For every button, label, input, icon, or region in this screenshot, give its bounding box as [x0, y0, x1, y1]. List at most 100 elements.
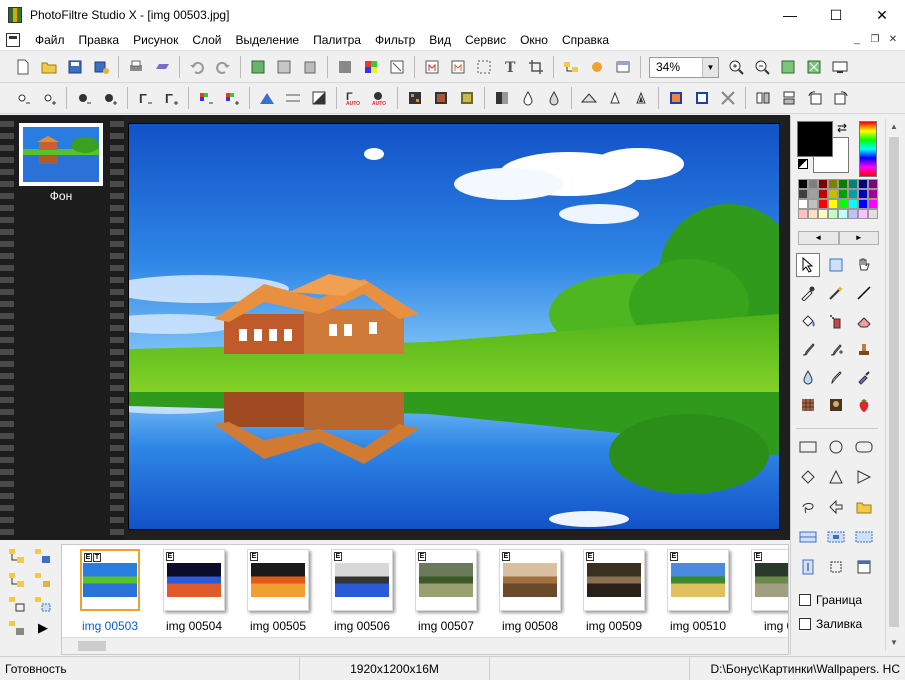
- hue-spectrum[interactable]: [859, 121, 877, 177]
- palette-swatch[interactable]: [868, 199, 878, 209]
- reset-colors-icon[interactable]: [798, 159, 808, 169]
- thumbnail-item[interactable]: Eimg 00509: [572, 549, 656, 633]
- undo-icon[interactable]: [186, 56, 208, 78]
- folder-select-icon[interactable]: [32, 594, 54, 614]
- palette-swatch[interactable]: [838, 199, 848, 209]
- folder-new-icon[interactable]: [6, 594, 28, 614]
- blur-icon[interactable]: [517, 87, 539, 109]
- palette-swatch[interactable]: [808, 189, 818, 199]
- menu-filter[interactable]: Фильтр: [368, 30, 422, 51]
- palette-swatch[interactable]: [818, 189, 828, 199]
- eraser-tool-icon[interactable]: [852, 309, 876, 333]
- lasso-shape-icon[interactable]: [796, 495, 820, 519]
- scroll-thumb[interactable]: [889, 137, 899, 627]
- fill-checkbox[interactable]: [799, 618, 811, 630]
- maximize-button[interactable]: ☐: [813, 0, 859, 30]
- folder-tree-icon[interactable]: [6, 546, 28, 566]
- pattern-tool-icon[interactable]: [796, 393, 820, 417]
- gamma-down-icon[interactable]: Γ: [134, 87, 156, 109]
- saturation-down-icon[interactable]: [195, 87, 217, 109]
- menu-selection[interactable]: Выделение: [229, 30, 307, 51]
- palette-swatch[interactable]: [798, 199, 808, 209]
- swap-colors-icon[interactable]: ⇄: [837, 121, 847, 135]
- transparency-icon[interactable]: [386, 56, 408, 78]
- copy-image-icon[interactable]: [273, 56, 295, 78]
- triangle-right-shape-icon[interactable]: [852, 465, 876, 489]
- grayscale-icon[interactable]: [334, 56, 356, 78]
- folder-up-icon[interactable]: [6, 570, 28, 590]
- mdi-restore-button[interactable]: ❐: [867, 32, 883, 48]
- levels-icon[interactable]: [256, 87, 278, 109]
- palette-swatch[interactable]: [848, 179, 858, 189]
- palette-next-button[interactable]: ►: [838, 231, 879, 245]
- color-mode-icon[interactable]: [360, 56, 382, 78]
- brightness-up-icon[interactable]: [38, 87, 60, 109]
- invert-icon[interactable]: [308, 87, 330, 109]
- foreground-color-swatch[interactable]: [797, 121, 833, 157]
- fill-option[interactable]: Заливка: [799, 617, 862, 631]
- thumbnail-frame[interactable]: E: [247, 549, 309, 611]
- blur-tool-icon[interactable]: [796, 365, 820, 389]
- flip-vertical-icon[interactable]: [778, 87, 800, 109]
- rotate-left-icon[interactable]: [804, 87, 826, 109]
- contrast-down-icon[interactable]: [73, 87, 95, 109]
- canvas-size-icon[interactable]: [447, 56, 469, 78]
- palette-swatch[interactable]: [818, 209, 828, 219]
- mosaic-icon[interactable]: [430, 87, 452, 109]
- thumbnail-item[interactable]: Eimg 00: [740, 549, 788, 633]
- border-checkbox[interactable]: [799, 594, 811, 606]
- explorer-scroll-thumb[interactable]: [78, 641, 106, 651]
- stamp-tool-icon[interactable]: [852, 337, 876, 361]
- explorer-icon[interactable]: [560, 56, 582, 78]
- palette-swatch[interactable]: [808, 199, 818, 209]
- thumbnail-item[interactable]: Eimg 00508: [488, 549, 572, 633]
- crop-icon[interactable]: [525, 56, 547, 78]
- scroll-down-button[interactable]: ▼: [886, 635, 902, 651]
- menu-palette[interactable]: Палитра: [306, 30, 368, 51]
- open-folder-icon[interactable]: [38, 56, 60, 78]
- smudge-tool-icon[interactable]: [824, 365, 848, 389]
- menu-file[interactable]: Файл: [28, 30, 72, 51]
- clone-tool-icon[interactable]: [852, 365, 876, 389]
- thumbnail-frame[interactable]: E: [415, 549, 477, 611]
- thumbnail-frame[interactable]: E: [751, 549, 788, 611]
- palette-swatch[interactable]: [868, 179, 878, 189]
- thumbnail-frame[interactable]: E: [583, 549, 645, 611]
- flip-horizontal-icon[interactable]: [752, 87, 774, 109]
- selection-rect-icon[interactable]: [796, 525, 820, 549]
- sharpen-icon[interactable]: [543, 87, 565, 109]
- palette-swatch[interactable]: [868, 209, 878, 219]
- palette-prev-button[interactable]: ◄: [798, 231, 839, 245]
- hand-tool-icon[interactable]: [852, 253, 876, 277]
- saturation-up-icon[interactable]: [221, 87, 243, 109]
- dither-icon[interactable]: [404, 87, 426, 109]
- chevron-down-icon[interactable]: ▼: [702, 57, 718, 77]
- auto-levels-icon[interactable]: Γ AUTO: [343, 87, 365, 109]
- thumbnail-item[interactable]: Eimg 00506: [320, 549, 404, 633]
- triangle-shape-icon[interactable]: [824, 465, 848, 489]
- palette-swatch[interactable]: [848, 209, 858, 219]
- fullscreen-icon[interactable]: [829, 56, 851, 78]
- menu-image[interactable]: Рисунок: [126, 30, 185, 51]
- explorer-scrollbar[interactable]: [62, 637, 788, 654]
- close-button[interactable]: ✕: [859, 0, 905, 30]
- minimize-button[interactable]: —: [767, 0, 813, 30]
- curves-icon[interactable]: [282, 87, 304, 109]
- menu-help[interactable]: Справка: [555, 30, 616, 51]
- paste-as-image-icon[interactable]: [247, 56, 269, 78]
- palette-swatch[interactable]: [818, 179, 828, 189]
- text-tool-icon[interactable]: T: [499, 56, 521, 78]
- drop-icon[interactable]: [604, 87, 626, 109]
- save-icon[interactable]: [64, 56, 86, 78]
- ellipse-shape-icon[interactable]: [824, 435, 848, 459]
- palette-swatch[interactable]: [808, 179, 818, 189]
- paste-icon[interactable]: [299, 56, 321, 78]
- thumbnail-item[interactable]: Eimg 00507: [404, 549, 488, 633]
- palette-swatch[interactable]: [798, 209, 808, 219]
- save-as-icon[interactable]: [90, 56, 112, 78]
- twain-scan-icon[interactable]: [151, 56, 173, 78]
- mdi-minimize-button[interactable]: _: [849, 32, 865, 48]
- palette-swatch[interactable]: [848, 189, 858, 199]
- thumbnail-frame[interactable]: E: [499, 549, 561, 611]
- panel-scrollbar[interactable]: ▲ ▼: [885, 119, 902, 651]
